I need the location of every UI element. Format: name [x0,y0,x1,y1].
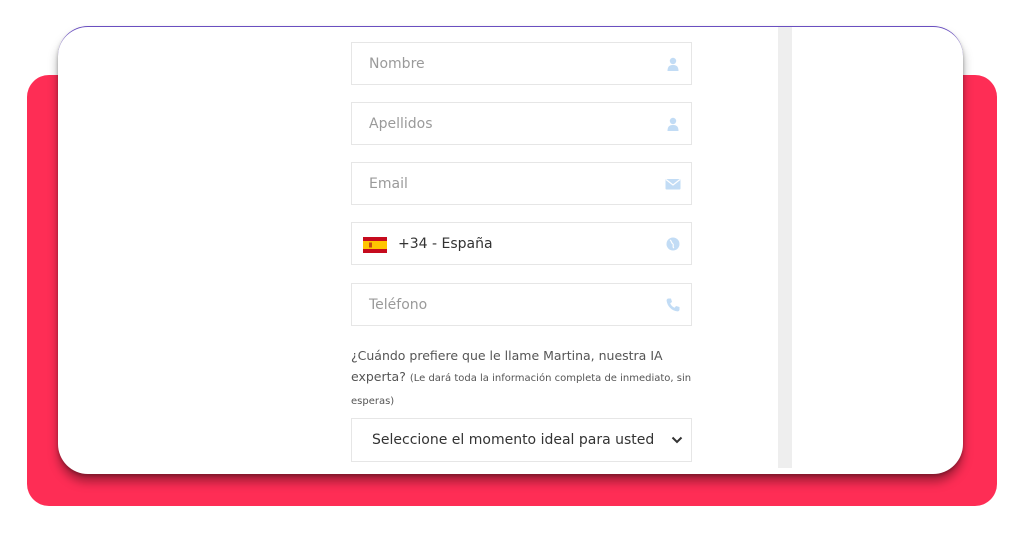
telefono-placeholder: Teléfono [369,297,428,313]
spain-flag-icon [363,237,387,253]
email-field[interactable]: Email [351,162,692,205]
envelope-icon [665,179,681,190]
callback-time-select[interactable]: Seleccione el momento ideal para usted [351,418,692,462]
user-icon [667,57,679,71]
scrollbar-track[interactable] [778,27,792,468]
country-code-value: +34 - España [398,236,493,252]
apellidos-field[interactable]: Apellidos [351,102,692,145]
chevron-down-icon [671,436,683,444]
telefono-field[interactable]: Teléfono [351,283,692,326]
globe-icon [666,237,680,251]
phone-icon [666,298,680,312]
callback-question: ¿Cuándo prefiere que le llame Martina, n… [351,345,696,412]
nombre-placeholder: Nombre [369,56,425,72]
apellidos-placeholder: Apellidos [369,116,433,132]
email-placeholder: Email [369,176,408,192]
country-code-select[interactable]: +34 - España [351,222,692,265]
callback-time-value: Seleccione el momento ideal para usted [372,432,655,448]
user-icon [667,117,679,131]
nombre-field[interactable]: Nombre [351,42,692,85]
